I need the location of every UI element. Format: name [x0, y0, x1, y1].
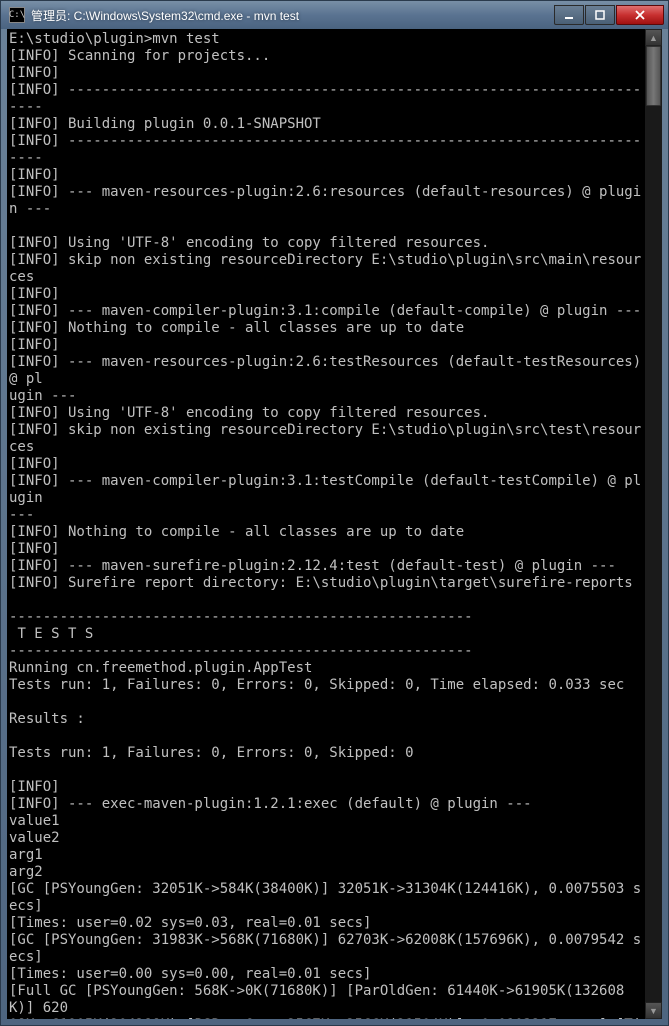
close-button[interactable]	[616, 5, 664, 25]
cmd-window: C:\ 管理员: C:\Windows\System32\cmd.exe - m…	[0, 0, 669, 1026]
scroll-up-button[interactable]: ▲	[645, 29, 662, 46]
titlebar[interactable]: C:\ 管理员: C:\Windows\System32\cmd.exe - m…	[1, 1, 668, 29]
window-buttons	[554, 5, 664, 25]
window-title: 管理员: C:\Windows\System32\cmd.exe - mvn t…	[31, 7, 554, 24]
maximize-button[interactable]	[585, 5, 615, 25]
scroll-track[interactable]	[645, 46, 662, 1002]
scroll-down-button[interactable]: ▼	[645, 1002, 662, 1019]
scroll-thumb[interactable]	[646, 46, 661, 106]
vertical-scrollbar[interactable]: ▲ ▼	[645, 29, 662, 1019]
cmd-icon: C:\	[9, 7, 25, 23]
minimize-button[interactable]	[554, 5, 584, 25]
console-output[interactable]: E:\studio\plugin>mvn test [INFO] Scannin…	[7, 29, 645, 1019]
client-area: E:\studio\plugin>mvn test [INFO] Scannin…	[7, 29, 662, 1019]
